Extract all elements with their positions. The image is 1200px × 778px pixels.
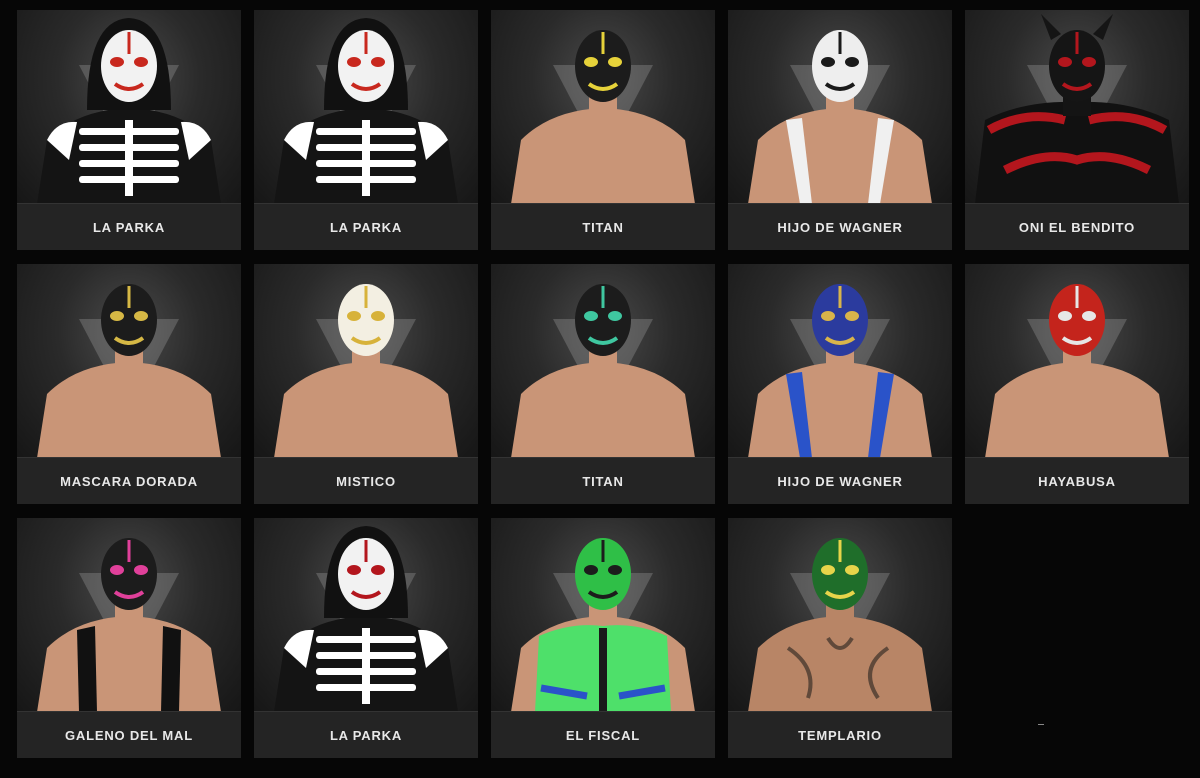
wrestler-nameplate: HIJO DE WAGNER [728,203,952,250]
wrestler-nameplate: MISTICO [254,457,478,504]
wrestler-name: EL FISCAL [565,727,641,743]
wrestler-card[interactable]: GALENO DEL MAL [17,518,241,758]
mask-icon [324,526,408,618]
wrestler-card[interactable]: LA PARKA [17,10,241,250]
wrestler-name: HIJO DE WAGNER [777,473,903,489]
wrestler-name: LA PARKA [329,727,403,743]
wrestler-render [748,538,932,712]
wrestler-nameplate: HAYABUSA [965,457,1189,504]
wrestler-card[interactable]: MASCARA DORADA [17,264,241,504]
wrestler-body [274,346,458,458]
mask-icon [101,284,157,356]
wrestler-portrait [965,264,1189,458]
wrestler-portrait [254,10,478,204]
wrestler-name: MISTICO [336,473,396,489]
wrestler-body [511,600,695,712]
wrestler-render [37,538,221,712]
wrestler-portrait [965,10,1189,204]
wrestler-render [37,18,221,204]
wrestler-portrait [254,518,478,712]
divider [1038,724,1044,725]
wrestler-render [511,30,695,204]
wrestler-card[interactable]: MISTICO [254,264,478,504]
wrestler-name: ONI EL BENDITO [1018,219,1136,235]
wrestler-card[interactable]: LA PARKA [254,10,478,250]
wrestler-card[interactable]: TEMPLARIO [728,518,952,758]
wrestler-render [748,30,932,204]
wrestler-nameplate: HIJO DE WAGNER [728,457,952,504]
mask-icon [1049,284,1105,356]
wrestler-name: LA PARKA [92,219,166,235]
wrestler-body [37,600,221,712]
mask-icon [812,284,868,356]
wrestler-render [511,538,695,712]
wrestler-card[interactable]: HIJO DE WAGNER [728,10,952,250]
wrestler-render [985,284,1169,458]
wrestler-nameplate: TITAN [491,457,715,504]
wrestler-render [274,526,458,712]
mask-icon [812,30,868,102]
roster-grid: LA PARKA LA PARKA TITAN HIJO DE WAGNER O… [17,10,1189,758]
wrestler-render [37,284,221,458]
wrestler-name: TITAN [582,473,624,489]
wrestler-name: MASCARA DORADA [60,473,198,489]
wrestler-portrait [728,518,952,712]
wrestler-body [511,346,695,458]
wrestler-nameplate: MASCARA DORADA [17,457,241,504]
mask-icon [575,30,631,102]
wrestler-portrait [17,264,241,458]
wrestler-portrait [17,518,241,712]
wrestler-portrait [17,10,241,204]
wrestler-portrait [728,264,952,458]
wrestler-portrait [491,518,715,712]
wrestler-nameplate: GALENO DEL MAL [17,711,241,758]
wrestler-render [748,284,932,458]
wrestler-card[interactable]: EL FISCAL [491,518,715,758]
wrestler-render [274,18,458,204]
wrestler-card[interactable]: HIJO DE WAGNER [728,264,952,504]
wrestler-nameplate: LA PARKA [254,203,478,250]
mask-icon [575,284,631,356]
wrestler-name: TEMPLARIO [798,727,882,743]
wrestler-nameplate: LA PARKA [17,203,241,250]
wrestler-portrait [491,264,715,458]
mask-icon [812,538,868,610]
wrestler-body [748,346,932,458]
wrestler-render [511,284,695,458]
wrestler-nameplate: ONI EL BENDITO [965,203,1189,250]
wrestler-body [37,346,221,458]
mask-icon [87,18,171,110]
wrestler-render [274,284,458,458]
wrestler-body [975,92,1179,204]
wrestler-portrait [254,264,478,458]
wrestler-portrait [728,10,952,204]
wrestler-nameplate: EL FISCAL [491,711,715,758]
mask-icon [575,538,631,610]
wrestler-name: GALENO DEL MAL [65,727,193,743]
wrestler-body [511,92,695,204]
empty-slot [965,518,1189,758]
wrestler-card[interactable]: TITAN [491,10,715,250]
wrestler-name: LA PARKA [329,219,403,235]
wrestler-name: HIJO DE WAGNER [777,219,903,235]
mask-icon [324,18,408,110]
mask-icon [101,538,157,610]
wrestler-card[interactable]: ONI EL BENDITO [965,10,1189,250]
wrestler-card[interactable]: TITAN [491,264,715,504]
wrestler-card[interactable]: HAYABUSA [965,264,1189,504]
mask-icon [338,284,394,356]
wrestler-name: TITAN [582,219,624,235]
wrestler-body [985,346,1169,458]
wrestler-nameplate: TEMPLARIO [728,711,952,758]
wrestler-body [748,600,932,712]
wrestler-nameplate: TITAN [491,203,715,250]
wrestler-body [748,92,932,204]
wrestler-render [975,14,1179,204]
wrestler-card[interactable]: LA PARKA [254,518,478,758]
wrestler-name: HAYABUSA [1038,473,1116,489]
wrestler-nameplate: LA PARKA [254,711,478,758]
wrestler-portrait [491,10,715,204]
